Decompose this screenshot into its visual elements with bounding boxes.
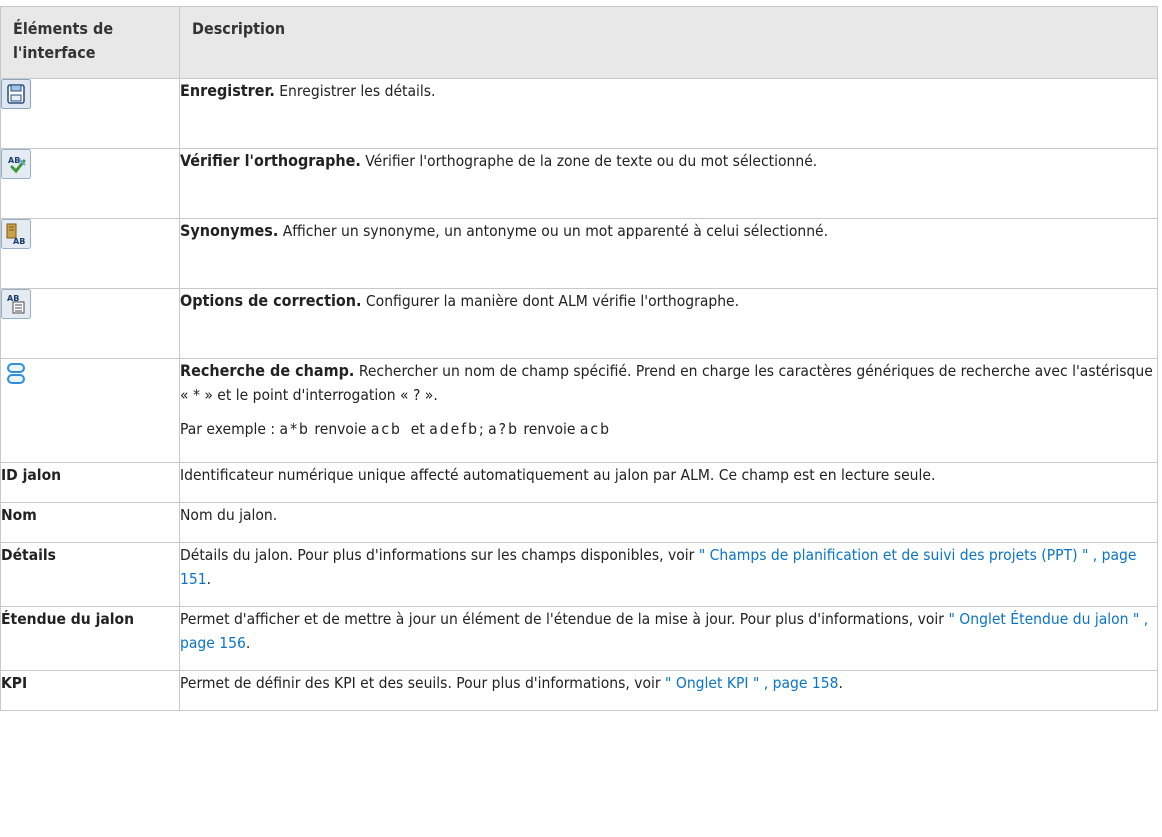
svg-text:AB: AB <box>8 156 20 165</box>
field-name: ID jalon <box>0 462 180 503</box>
save-icon <box>1 79 31 109</box>
table-row: Recherche de champ. Rechercher un nom de… <box>0 358 1158 463</box>
field-search-icon <box>1 359 31 389</box>
icon-cell <box>0 358 180 463</box>
header-ui-elements: Éléments de l'interface <box>0 6 180 79</box>
description-cell: Enregistrer. Enregistrer les détails. <box>179 78 1158 149</box>
spelling-options-icon: AB <box>1 289 31 319</box>
table-row: Détails Détails du jalon. Pour plus d'in… <box>0 542 1158 607</box>
description-cell: Détails du jalon. Pour plus d'informatio… <box>179 542 1158 607</box>
table-row: AB Synonymes. Afficher un synonyme, un a… <box>0 218 1158 289</box>
description-cell: Options de correction. Configurer la man… <box>179 288 1158 359</box>
description-cell: Recherche de champ. Rechercher un nom de… <box>179 358 1158 463</box>
table-row: Enregistrer. Enregistrer les détails. <box>0 78 1158 149</box>
description-cell: Identificateur numérique unique affecté … <box>179 462 1158 503</box>
description-cell: Vérifier l'orthographe. Vérifier l'ortho… <box>179 148 1158 219</box>
icon-cell: AB <box>0 148 180 219</box>
thesaurus-icon: AB <box>1 219 31 249</box>
description-cell: Synonymes. Afficher un synonyme, un anto… <box>179 218 1158 289</box>
svg-text:AB: AB <box>13 237 25 246</box>
icon-cell: AB <box>0 218 180 289</box>
header-description: Description <box>179 6 1158 79</box>
table-row: AB Options de correction. Configurer la … <box>0 288 1158 359</box>
description-cell: Nom du jalon. <box>179 502 1158 543</box>
icon-cell <box>0 78 180 149</box>
table-row: AB Vérifier l'orthographe. Vérifier l'or… <box>0 148 1158 219</box>
field-name: Étendue du jalon <box>0 606 180 671</box>
table-row: ID jalon Identificateur numérique unique… <box>0 462 1158 503</box>
example-line: Par exemple : a*b renvoie acb et adefb; … <box>180 420 611 438</box>
page-link[interactable]: " Onglet KPI " , page 158 <box>665 674 839 692</box>
spell-check-icon: AB <box>1 149 31 179</box>
table-row: KPI Permet de définir des KPI et des seu… <box>0 670 1158 711</box>
field-name: KPI <box>0 670 180 711</box>
field-name: Détails <box>0 542 180 607</box>
description-cell: Permet de définir des KPI et des seuils.… <box>179 670 1158 711</box>
icon-cell: AB <box>0 288 180 359</box>
description-cell: Permet d'afficher et de mettre à jour un… <box>179 606 1158 671</box>
table-header-row: Éléments de l'interface Description <box>0 6 1158 79</box>
table-row: Nom Nom du jalon. <box>0 502 1158 543</box>
field-name: Nom <box>0 502 180 543</box>
table-row: Étendue du jalon Permet d'afficher et de… <box>0 606 1158 671</box>
ui-elements-table: Éléments de l'interface Description Enre… <box>0 6 1158 711</box>
